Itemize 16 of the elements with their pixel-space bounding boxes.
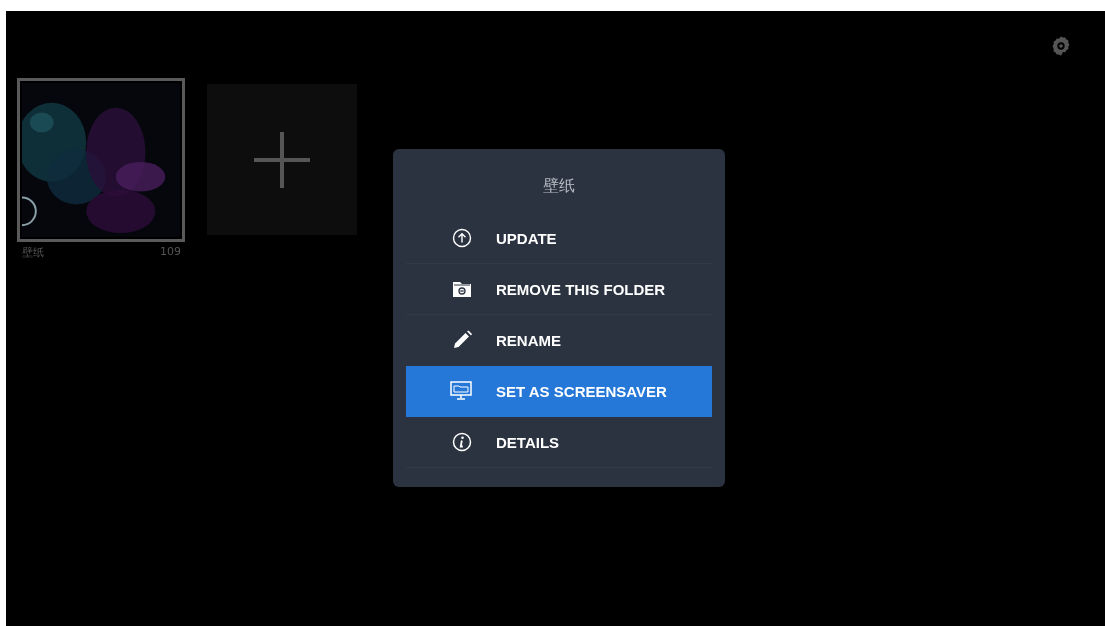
folder-name: 壁纸 <box>22 245 44 260</box>
add-folder-tile[interactable] <box>207 84 357 235</box>
info-icon <box>452 432 472 452</box>
menu-item[interactable]: SET AS SCREENSAVER <box>406 366 712 417</box>
folder-icon <box>452 280 472 298</box>
upload-icon <box>452 228 472 248</box>
menu-item[interactable]: RENAME <box>406 315 712 366</box>
menu-item[interactable]: REMOVE THIS FOLDER <box>406 264 712 315</box>
menu-item[interactable]: DETAILS <box>406 417 712 468</box>
menu-item[interactable]: UPDATE <box>406 213 712 264</box>
menu-title: 壁纸 <box>542 175 576 197</box>
plus-icon <box>254 131 310 188</box>
pencil-icon <box>452 330 472 350</box>
settings-icon[interactable] <box>1050 35 1072 57</box>
monitor-icon <box>450 381 472 401</box>
item-count: 109 <box>160 245 181 260</box>
